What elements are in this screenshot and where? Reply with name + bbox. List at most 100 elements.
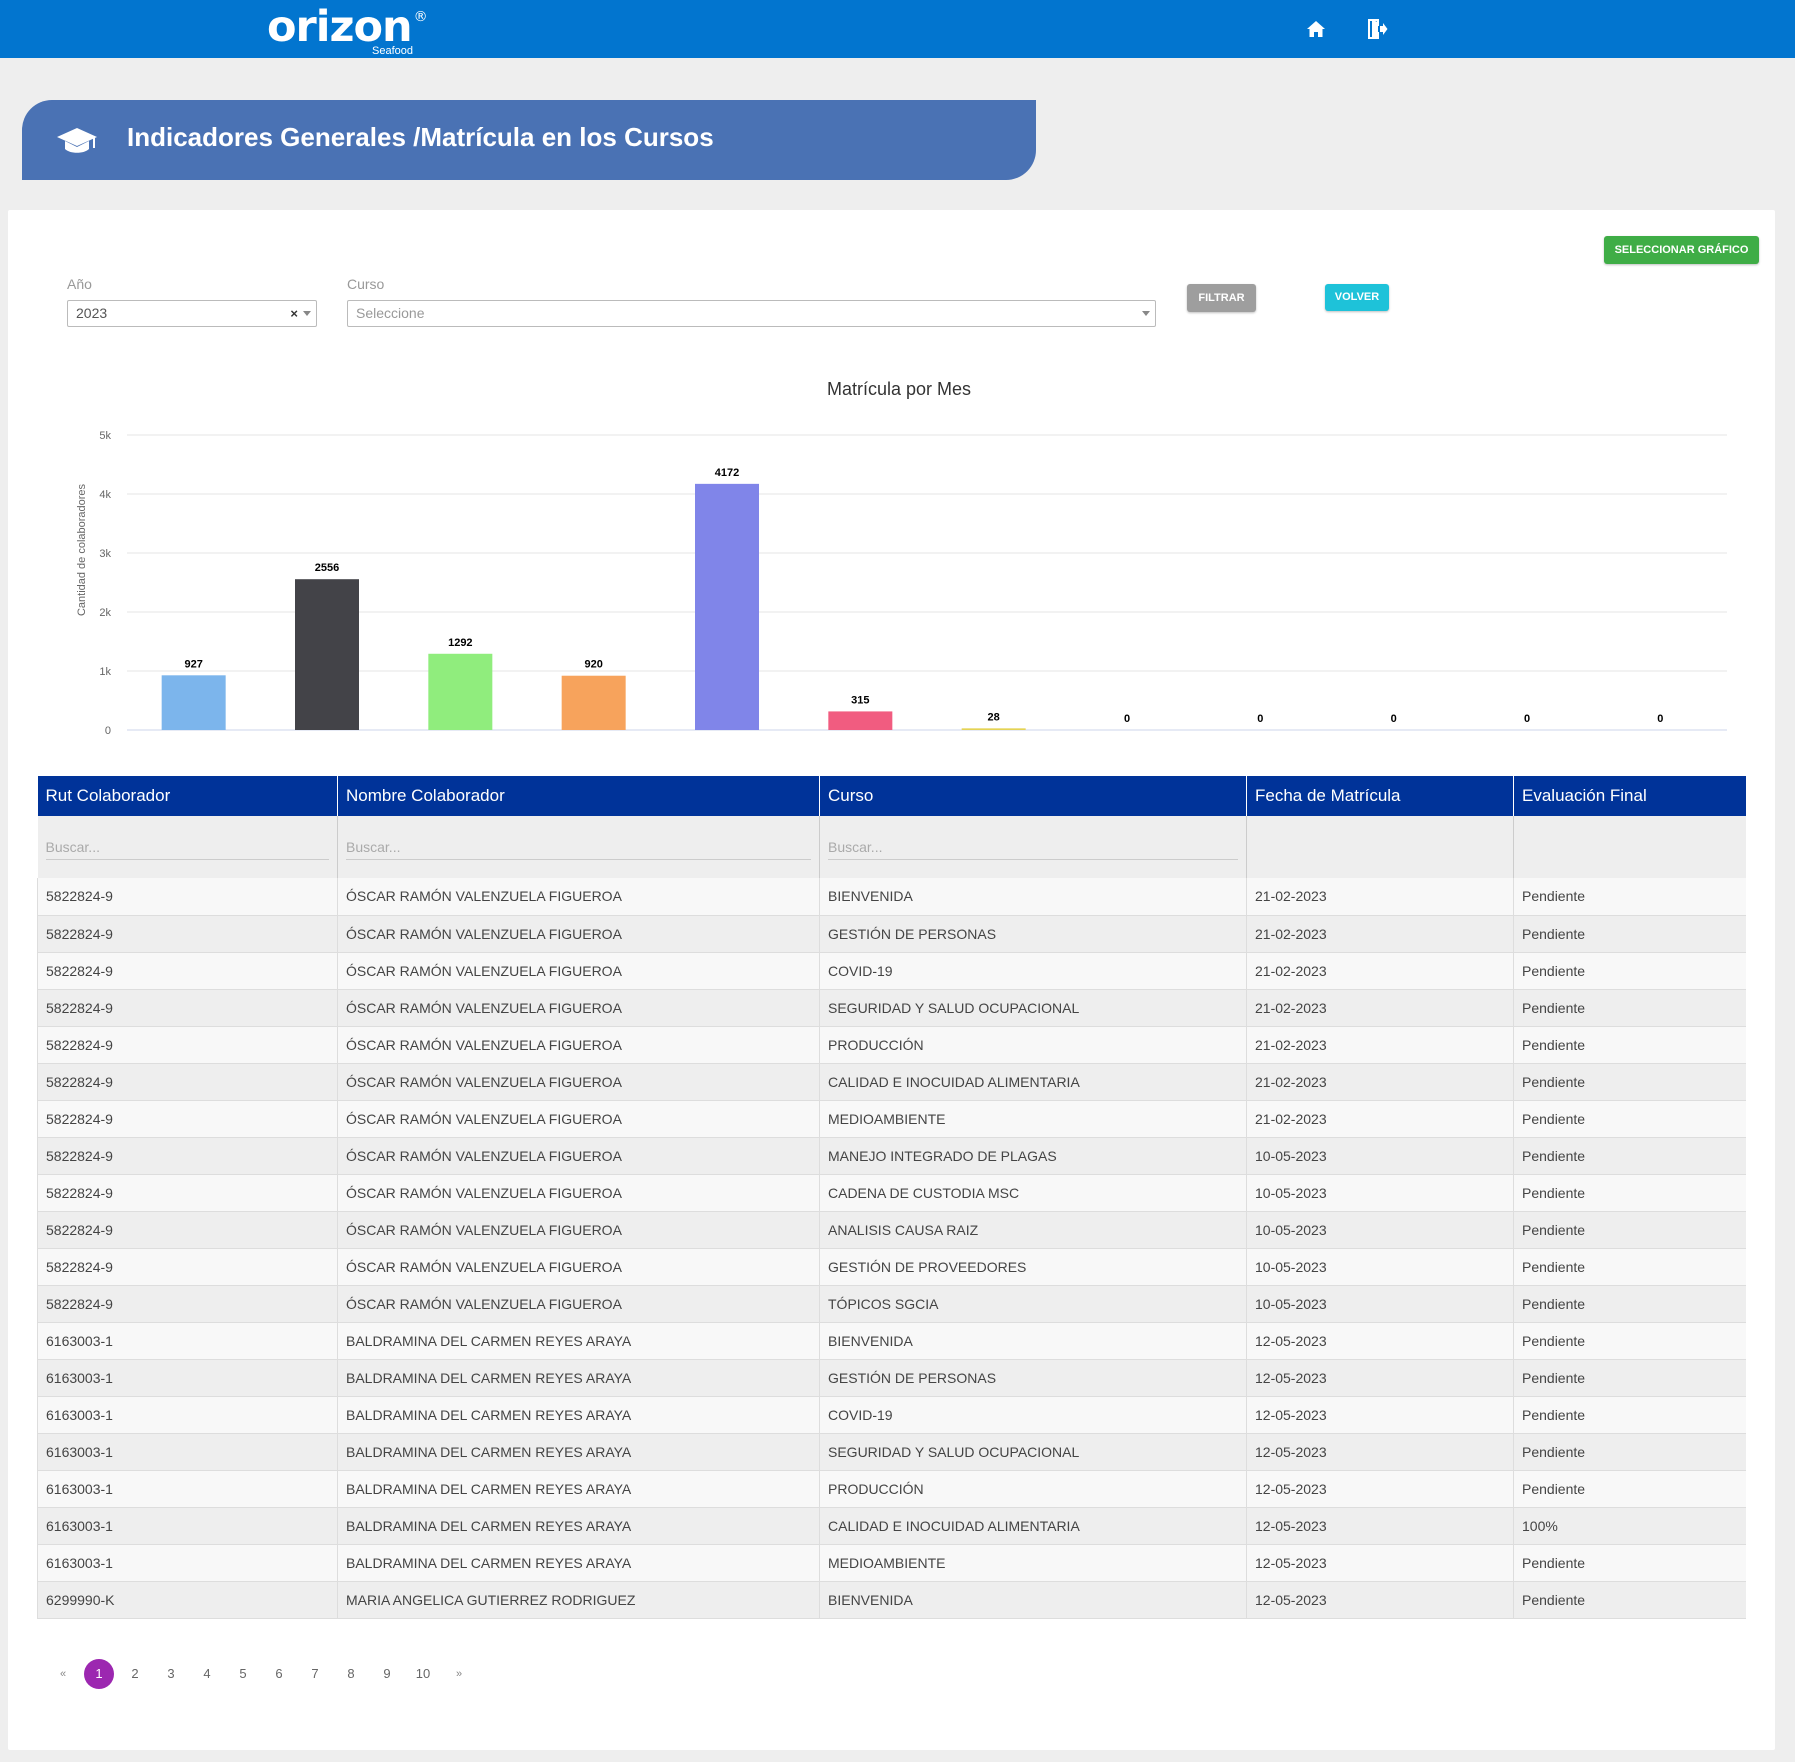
top-navbar: orizon ® Seafood — [0, 0, 1795, 58]
table-row[interactable]: 5822824-9 ÓSCAR RAMÓN VALENZUELA FIGUEROA… — [37, 1248, 1746, 1286]
y-tick-label: 5k — [99, 430, 111, 442]
cell-final-evaluation: Pendiente — [1513, 1100, 1746, 1138]
table-row[interactable]: 6163003-1 BALDRAMINA DEL CARMEN REYES ARA… — [37, 1507, 1746, 1545]
cell-enrollment-date: 10-05-2023 — [1246, 1248, 1514, 1286]
pagination-next[interactable]: » — [441, 1659, 477, 1689]
cell-final-evaluation: Pendiente — [1513, 1470, 1746, 1508]
column-header-enrollment-date[interactable]: Fecha de Matrícula — [1246, 776, 1514, 816]
pagination-prev[interactable]: « — [45, 1659, 81, 1689]
chart-bar[interactable] — [295, 579, 359, 730]
table-row[interactable]: 5822824-9 ÓSCAR RAMÓN VALENZUELA FIGUEROA… — [37, 1285, 1746, 1323]
back-button[interactable]: VOLVER — [1325, 284, 1389, 311]
pagination-page[interactable]: 6 — [261, 1659, 297, 1689]
filter-cell-name — [337, 816, 820, 878]
table-row[interactable]: 6163003-1 BALDRAMINA DEL CARMEN REYES ARA… — [37, 1544, 1746, 1582]
bar-value-label: 28 — [988, 711, 1000, 723]
home-icon[interactable] — [1306, 19, 1326, 39]
exit-door-icon[interactable] — [1366, 17, 1388, 41]
table-row[interactable]: 5822824-9 ÓSCAR RAMÓN VALENZUELA FIGUEROA… — [37, 915, 1746, 953]
search-name-input[interactable] — [346, 834, 811, 860]
cell-rut: 5822824-9 — [37, 878, 338, 916]
column-header-rut[interactable]: Rut Colaborador — [37, 776, 338, 816]
column-header-course[interactable]: Curso — [819, 776, 1247, 816]
table-row[interactable]: 5822824-9 ÓSCAR RAMÓN VALENZUELA FIGUEROA… — [37, 1026, 1746, 1064]
cell-enrollment-date: 21-02-2023 — [1246, 1100, 1514, 1138]
y-tick-label: 4k — [99, 489, 111, 501]
cell-rut: 5822824-9 — [37, 1026, 338, 1064]
cell-rut: 6163003-1 — [37, 1470, 338, 1508]
table-row[interactable]: 5822824-9 ÓSCAR RAMÓN VALENZUELA FIGUEROA… — [37, 1174, 1746, 1212]
column-header-final-evaluation[interactable]: Evaluación Final — [1513, 776, 1746, 816]
x-tick-label: Octubre — [1374, 739, 1413, 740]
cell-enrollment-date: 10-05-2023 — [1246, 1137, 1514, 1175]
cell-name: ÓSCAR RAMÓN VALENZUELA FIGUEROA — [337, 1100, 820, 1138]
cell-name: BALDRAMINA DEL CARMEN REYES ARAYA — [337, 1322, 820, 1360]
table-row[interactable]: 6299990-K MARIA ANGELICA GUTIERREZ RODRIG… — [37, 1581, 1746, 1619]
clear-icon[interactable]: × — [290, 301, 298, 326]
chart-bar[interactable] — [561, 675, 626, 730]
logo-registered-mark: ® — [413, 9, 428, 25]
table-row[interactable]: 5822824-9 ÓSCAR RAMÓN VALENZUELA FIGUEROA… — [37, 1100, 1746, 1138]
cell-final-evaluation: Pendiente — [1513, 878, 1746, 916]
orizon-logo[interactable]: orizon ® — [267, 6, 428, 49]
table-row[interactable]: 5822824-9 ÓSCAR RAMÓN VALENZUELA FIGUEROA… — [37, 1137, 1746, 1175]
year-select[interactable]: 2023 × — [67, 300, 317, 327]
table-row[interactable]: 6163003-1 BALDRAMINA DEL CARMEN REYES ARA… — [37, 1359, 1746, 1397]
table-body: 5822824-9 ÓSCAR RAMÓN VALENZUELA FIGUEROA… — [37, 878, 1746, 1619]
table-row[interactable]: 6163003-1 BALDRAMINA DEL CARMEN REYES ARA… — [37, 1396, 1746, 1434]
select-chart-button[interactable]: SELECCIONAR GRÁFICO — [1604, 236, 1759, 264]
search-course-input[interactable] — [828, 834, 1238, 860]
cell-name: BALDRAMINA DEL CARMEN REYES ARAYA — [337, 1544, 820, 1582]
chart-bar[interactable] — [828, 711, 893, 730]
pagination-page[interactable]: 4 — [189, 1659, 225, 1689]
course-select[interactable]: Seleccione — [347, 300, 1156, 327]
filter-button[interactable]: FILTRAR — [1187, 284, 1256, 312]
year-label: Año — [67, 276, 92, 292]
cell-course: MEDIOAMBIENTE — [819, 1544, 1247, 1582]
cell-enrollment-date: 12-05-2023 — [1246, 1433, 1514, 1471]
search-rut-input[interactable] — [45, 834, 329, 860]
cell-enrollment-date: 21-02-2023 — [1246, 952, 1514, 990]
table-row[interactable]: 5822824-9 ÓSCAR RAMÓN VALENZUELA FIGUEROA… — [37, 1063, 1746, 1101]
cell-rut: 5822824-9 — [37, 1211, 338, 1249]
column-header-name[interactable]: Nombre Colaborador — [337, 776, 820, 816]
chart-bar[interactable] — [695, 483, 759, 730]
pagination-page[interactable]: 7 — [297, 1659, 333, 1689]
bar-value-label: 4172 — [715, 467, 739, 479]
table-row[interactable]: 6163003-1 BALDRAMINA DEL CARMEN REYES ARA… — [37, 1433, 1746, 1471]
logo-subtitle: Seafood — [372, 45, 413, 57]
bar-value-label: 0 — [1391, 713, 1397, 725]
table-row[interactable]: 5822824-9 ÓSCAR RAMÓN VALENZUELA FIGUEROA… — [37, 878, 1746, 916]
table-row[interactable]: 5822824-9 ÓSCAR RAMÓN VALENZUELA FIGUEROA… — [37, 1211, 1746, 1249]
bar-value-label: 0 — [1657, 713, 1663, 725]
pagination-page[interactable]: 2 — [117, 1659, 153, 1689]
table-row[interactable]: 5822824-9 ÓSCAR RAMÓN VALENZUELA FIGUEROA… — [37, 989, 1746, 1027]
pagination-page[interactable]: 9 — [369, 1659, 405, 1689]
cell-final-evaluation: Pendiente — [1513, 1248, 1746, 1286]
pagination-page[interactable]: 10 — [405, 1659, 441, 1689]
filter-cell-empty — [1246, 816, 1514, 878]
cell-enrollment-date: 12-05-2023 — [1246, 1470, 1514, 1508]
table-row[interactable]: 6163003-1 BALDRAMINA DEL CARMEN REYES ARA… — [37, 1470, 1746, 1508]
chart-y-axis-label: Cantidad de colaboradores — [76, 483, 88, 616]
table-row[interactable]: 5822824-9 ÓSCAR RAMÓN VALENZUELA FIGUEROA… — [37, 952, 1746, 990]
cell-final-evaluation: Pendiente — [1513, 1137, 1746, 1175]
y-tick-label: 0 — [105, 725, 111, 737]
cell-rut: 6163003-1 — [37, 1507, 338, 1545]
cell-name: ÓSCAR RAMÓN VALENZUELA FIGUEROA — [337, 1063, 820, 1101]
cell-course: CALIDAD E INOCUIDAD ALIMENTARIA — [819, 1063, 1247, 1101]
cell-name: ÓSCAR RAMÓN VALENZUELA FIGUEROA — [337, 1248, 820, 1286]
pagination-page[interactable]: 1 — [84, 1659, 114, 1689]
cell-course: MEDIOAMBIENTE — [819, 1100, 1247, 1138]
pagination-page[interactable]: 8 — [333, 1659, 369, 1689]
chart-y-ticks: 0 1k 2k 3k 4k 5k — [99, 430, 111, 737]
chart-x-ticks: Enero Febrero Marzo Abril Mayo Junio Julio Agos… — [179, 739, 1685, 751]
pagination-page[interactable]: 3 — [153, 1659, 189, 1689]
filter-cell-empty — [1513, 816, 1746, 878]
cell-course: TÓPICOS SGCIA — [819, 1285, 1247, 1323]
chart-bar[interactable] — [961, 728, 1026, 730]
table-row[interactable]: 6163003-1 BALDRAMINA DEL CARMEN REYES ARA… — [37, 1322, 1746, 1360]
pagination-page[interactable]: 5 — [225, 1659, 261, 1689]
chart-bar[interactable] — [161, 675, 226, 730]
chart-bar[interactable] — [428, 653, 493, 730]
